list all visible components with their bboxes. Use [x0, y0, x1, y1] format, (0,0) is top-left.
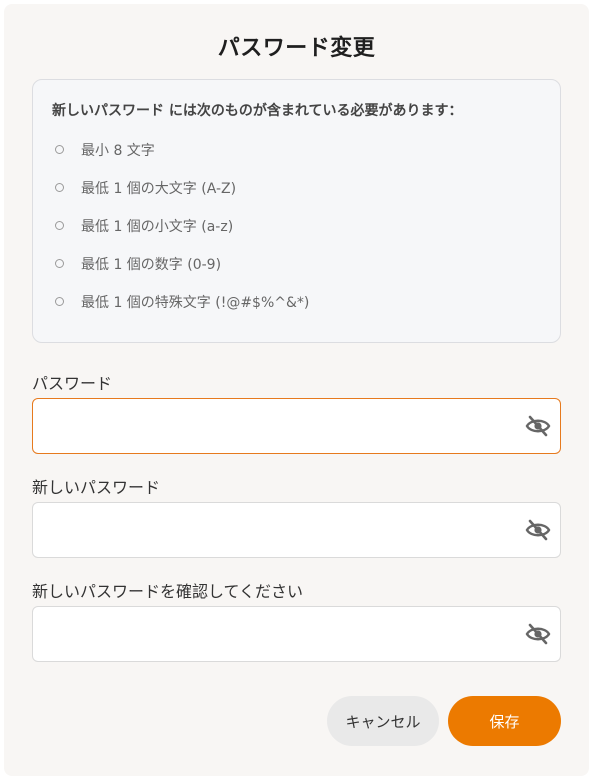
requirements-list: 最小 8 文字 最低 1 個の大文字 (A-Z) 最低 1 個の小文字 (a-z… — [55, 140, 309, 330]
current-password-input[interactable] — [45, 399, 519, 455]
requirement-label: 最小 8 文字 — [81, 143, 155, 159]
eye-slash-icon[interactable] — [525, 415, 551, 437]
new-password-label: 新しいパスワード — [32, 478, 161, 497]
confirm-password-input[interactable] — [45, 607, 519, 663]
requirement-item: 最小 8 文字 — [55, 140, 309, 178]
eye-slash-icon[interactable] — [525, 519, 551, 541]
requirement-label: 最低 1 個の小文字 (a-z) — [81, 219, 234, 235]
change-password-dialog: パスワード変更 新しいパスワード には次のものが含まれている必要があります： 最… — [4, 4, 589, 776]
requirement-label: 最低 1 個の数字 (0-9) — [81, 257, 222, 273]
eye-slash-icon[interactable] — [525, 623, 551, 645]
save-button[interactable]: 保存 — [448, 696, 561, 746]
requirement-item: 最低 1 個の小文字 (a-z) — [55, 216, 309, 254]
current-password-field — [32, 398, 561, 455]
requirement-item: 最低 1 個の大文字 (A-Z) — [55, 178, 309, 216]
requirements-heading: 新しいパスワード には次のものが含まれている必要があります： — [52, 103, 463, 119]
cancel-button[interactable]: キャンセル — [327, 696, 439, 746]
current-password-label: パスワード — [32, 374, 113, 393]
confirm-password-field — [32, 606, 561, 663]
requirement-label: 最低 1 個の特殊文字 (!@#$%^&*) — [81, 295, 310, 311]
dialog-title: パスワード変更 — [217, 36, 376, 61]
requirement-item: 最低 1 個の数字 (0-9) — [55, 254, 309, 292]
unchecked-circle-icon — [55, 221, 64, 230]
unchecked-circle-icon — [55, 259, 64, 268]
new-password-field — [32, 502, 561, 559]
unchecked-circle-icon — [55, 145, 64, 154]
password-requirements-panel: 新しいパスワード には次のものが含まれている必要があります： 最小 8 文字 最… — [32, 79, 561, 343]
requirement-label: 最低 1 個の大文字 (A-Z) — [81, 181, 237, 197]
confirm-password-label: 新しいパスワードを確認してください — [32, 582, 304, 601]
requirement-item: 最低 1 個の特殊文字 (!@#$%^&*) — [55, 292, 309, 330]
unchecked-circle-icon — [55, 297, 64, 306]
new-password-input[interactable] — [45, 503, 519, 559]
unchecked-circle-icon — [55, 183, 64, 192]
